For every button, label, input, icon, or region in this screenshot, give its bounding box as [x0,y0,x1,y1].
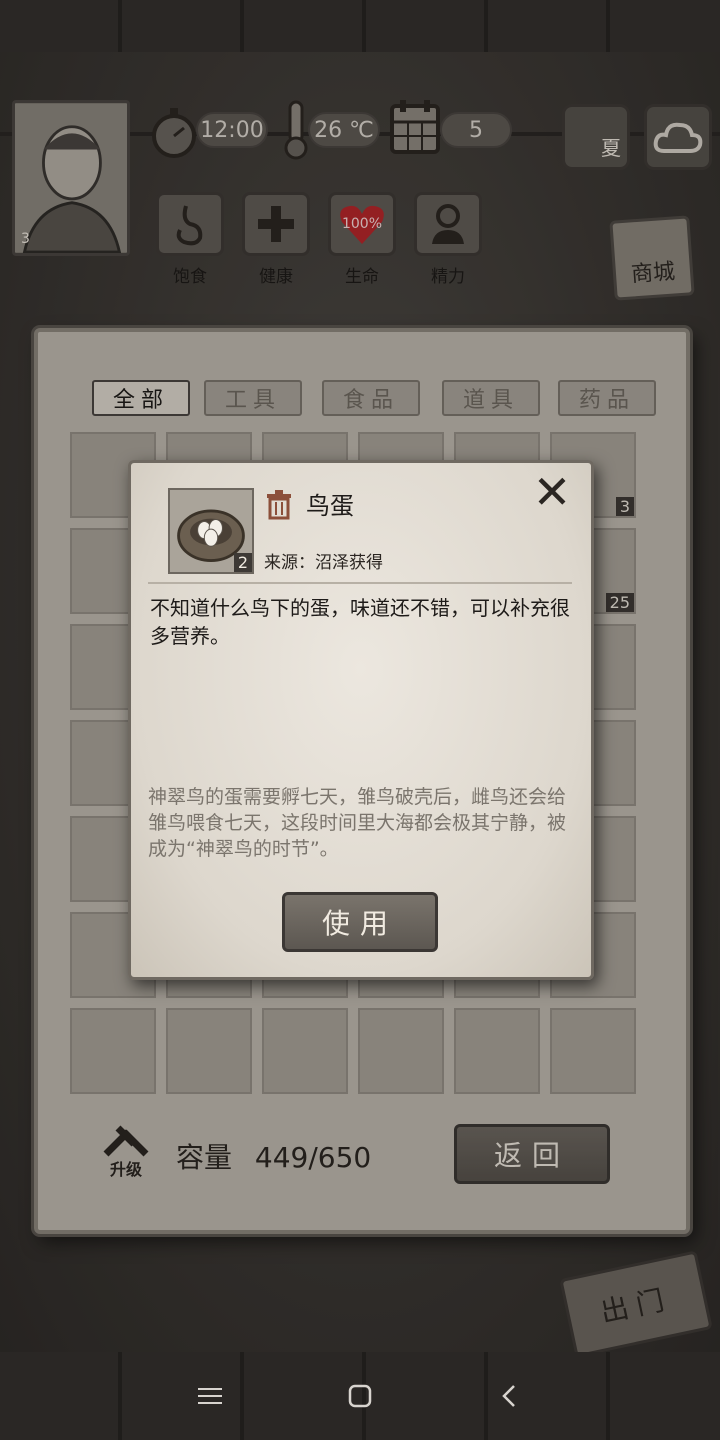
menu-icon[interactable] [190,1380,230,1412]
item-count: 2 [233,553,252,572]
home-icon[interactable] [340,1380,380,1412]
use-button[interactable]: 使用 [282,892,438,952]
item-description: 不知道什么鸟下的蛋，味道还不错，可以补充很多营养。 [150,596,570,648]
close-icon[interactable]: ✕ [528,468,576,516]
trash-icon[interactable] [264,488,294,520]
top-wood-bar [0,0,720,52]
back-nav-icon[interactable] [490,1380,530,1412]
detail-divider [148,582,572,584]
item-name: 鸟蛋 [306,492,354,520]
item-source: 来源：沼泽获得 [264,553,383,573]
item-thumbnail: 2 [168,488,254,574]
item-lore: 神翠鸟的蛋需要孵七天，雏鸟破壳后，雌鸟还会给雏鸟喂食七天，这段时间里大海都会极其… [148,786,567,860]
